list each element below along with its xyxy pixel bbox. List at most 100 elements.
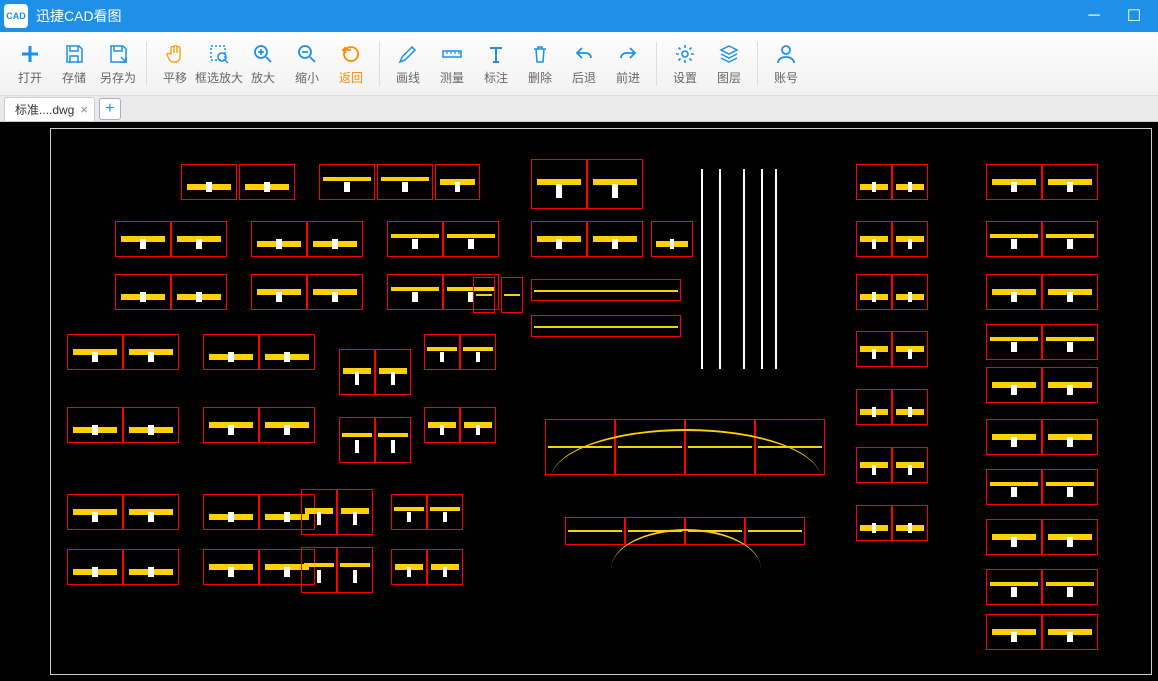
open-button[interactable]: 打开 [8,36,52,92]
minimize-button[interactable]: ─ [1074,0,1114,32]
file-tab-label: 标准....dwg [15,101,74,118]
cad-detail-block [1042,569,1098,605]
cad-detail-block [892,389,928,425]
cad-detail-block [375,417,411,463]
cad-detail-block [856,447,892,483]
cad-detail-block [203,334,259,370]
cad-detail-block [1042,367,1098,403]
cad-detail-block [301,547,337,593]
drawing-frame [50,128,1152,675]
app-logo-icon: CAD [4,4,28,28]
cad-detail-block [337,489,373,535]
cad-detail-block [319,164,375,200]
undo-icon [573,41,595,67]
cad-detail-block [856,221,892,257]
undo-label: 后退 [572,69,596,86]
annotate-button[interactable]: 标注 [474,36,518,92]
cad-detail-block [531,221,587,257]
cad-detail-block [171,221,227,257]
cad-detail-block [1042,519,1098,555]
zoomwin-button[interactable]: 框选放大 [197,36,241,92]
zoomin-button[interactable]: 放大 [241,36,285,92]
cad-column-line [775,169,777,369]
cad-detail-block [251,274,307,310]
cad-detail-block [892,164,928,200]
open-label: 打开 [18,69,42,86]
measure-button[interactable]: 测量 [430,36,474,92]
back-label: 返回 [339,69,363,86]
save-icon [63,41,85,67]
cad-detail-block [856,505,892,541]
cad-detail-block [587,159,643,209]
add-tab-button[interactable]: + [99,98,121,120]
cad-detail-block [67,334,123,370]
maximize-button[interactable]: ☐ [1114,0,1154,32]
cad-detail-block [892,505,928,541]
toolbar-separator [146,42,147,86]
zoomin-label: 放大 [251,69,275,86]
cad-detail-block [427,494,463,530]
cad-detail-block [651,221,693,257]
cad-detail-block [986,569,1042,605]
cad-section-bar [745,517,805,545]
cad-detail-block [1042,274,1098,310]
cad-detail-block [391,494,427,530]
cad-section-bar [473,277,495,313]
cad-detail-block [67,494,123,530]
cad-detail-block [115,221,171,257]
redo-button[interactable]: 前进 [606,36,650,92]
file-tab[interactable]: 标准....dwg × [4,97,95,121]
cad-detail-block [203,494,259,530]
close-tab-icon[interactable]: × [80,102,88,117]
layers-button[interactable]: 图层 [707,36,751,92]
cad-section-bar [501,277,523,313]
undo-button[interactable]: 后退 [562,36,606,92]
cad-detail-block [115,274,171,310]
cad-section-bar [531,315,681,337]
saveas-button[interactable]: 另存为 [96,36,140,92]
cad-detail-block [531,159,587,209]
user-icon [775,41,797,67]
pan-button[interactable]: 平移 [153,36,197,92]
cad-detail-block [1042,614,1098,650]
layers-label: 图层 [717,69,741,86]
gear-icon [674,41,696,67]
zoomwin-icon [208,41,230,67]
back-button[interactable]: 返回 [329,36,373,92]
cad-detail-block [1042,164,1098,200]
trash-icon [529,41,551,67]
cad-detail-block [443,221,499,257]
ruler-icon [441,41,463,67]
cad-detail-block [377,164,433,200]
cad-column-line [761,169,763,369]
cad-detail-block [587,221,643,257]
cad-detail-block [986,324,1042,360]
save-button[interactable]: 存储 [52,36,96,92]
app-title: 迅捷CAD看图 [36,6,1074,26]
cad-detail-block [460,407,496,443]
cad-canvas[interactable] [0,122,1158,681]
cad-detail-block [1042,324,1098,360]
cad-detail-block [239,164,295,200]
titlebar: CAD 迅捷CAD看图 ─ ☐ [0,0,1158,32]
cad-detail-block [123,407,179,443]
account-button[interactable]: 账号 [764,36,808,92]
cad-detail-block [337,547,373,593]
cad-detail-block [123,494,179,530]
redo-label: 前进 [616,69,640,86]
cad-detail-block [986,221,1042,257]
cad-detail-block [339,349,375,395]
zoomout-button[interactable]: 缩小 [285,36,329,92]
settings-button[interactable]: 设置 [663,36,707,92]
cad-detail-block [856,389,892,425]
cad-detail-block [391,549,427,585]
cad-detail-block [251,221,307,257]
cad-detail-block [123,334,179,370]
plus-icon [19,41,41,67]
delete-button[interactable]: 删除 [518,36,562,92]
cad-detail-block [427,549,463,585]
cad-section-bar [565,517,625,545]
pan-label: 平移 [163,69,187,86]
cad-detail-block [460,334,496,370]
line-button[interactable]: 画线 [386,36,430,92]
